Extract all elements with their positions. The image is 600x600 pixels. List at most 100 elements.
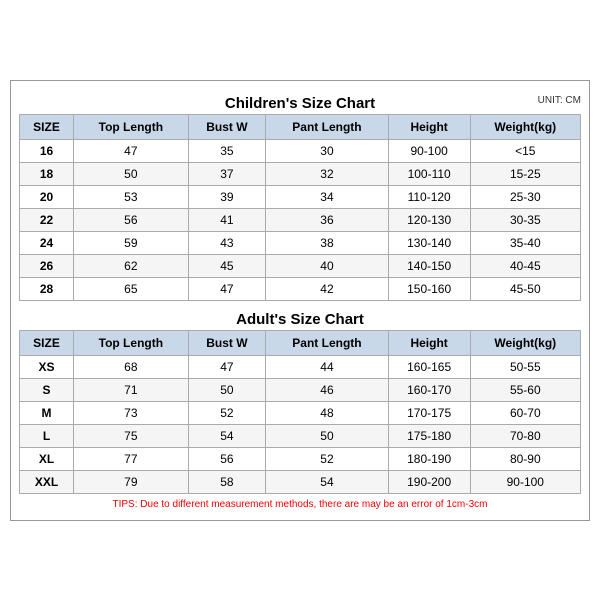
col-top-length-a: Top Length	[74, 330, 189, 355]
data-cell: 47	[74, 139, 189, 162]
data-cell: 90-100	[388, 139, 470, 162]
data-cell: 65	[74, 277, 189, 300]
table-row: L755450175-18070-80	[20, 424, 581, 447]
data-cell: 140-150	[388, 254, 470, 277]
tips-text: TIPS: Due to different measurement metho…	[19, 494, 581, 512]
data-cell: 71	[74, 378, 189, 401]
children-title-text: Children's Size Chart	[225, 95, 375, 112]
data-cell: 15-25	[470, 162, 580, 185]
data-cell: 58	[188, 470, 266, 493]
table-row: 20533934110-12025-30	[20, 185, 581, 208]
data-cell: 35-40	[470, 231, 580, 254]
size-cell: 26	[20, 254, 74, 277]
adult-title-text: Adult's Size Chart	[236, 311, 364, 328]
data-cell: 55-60	[470, 378, 580, 401]
size-cell: XS	[20, 355, 74, 378]
data-cell: 50-55	[470, 355, 580, 378]
data-cell: 68	[74, 355, 189, 378]
data-cell: 59	[74, 231, 189, 254]
children-title: Children's Size Chart UNIT: CM	[19, 89, 581, 114]
col-height-a: Height	[388, 330, 470, 355]
size-cell: 28	[20, 277, 74, 300]
data-cell: 40-45	[470, 254, 580, 277]
data-cell: 45	[188, 254, 266, 277]
data-cell: 47	[188, 355, 266, 378]
data-cell: 32	[266, 162, 388, 185]
data-cell: 100-110	[388, 162, 470, 185]
data-cell: 180-190	[388, 447, 470, 470]
table-row: 22564136120-13030-35	[20, 208, 581, 231]
size-cell: S	[20, 378, 74, 401]
col-pant-length-a: Pant Length	[266, 330, 388, 355]
col-bust-w-a: Bust W	[188, 330, 266, 355]
size-cell: L	[20, 424, 74, 447]
data-cell: 60-70	[470, 401, 580, 424]
data-cell: 35	[188, 139, 266, 162]
data-cell: 53	[74, 185, 189, 208]
table-row: 26624540140-15040-45	[20, 254, 581, 277]
data-cell: 190-200	[388, 470, 470, 493]
size-cell: XL	[20, 447, 74, 470]
col-weight-a: Weight(kg)	[470, 330, 580, 355]
data-cell: 150-160	[388, 277, 470, 300]
data-cell: 45-50	[470, 277, 580, 300]
adult-title: Adult's Size Chart	[19, 305, 581, 330]
data-cell: 175-180	[388, 424, 470, 447]
data-cell: 30-35	[470, 208, 580, 231]
table-row: M735248170-17560-70	[20, 401, 581, 424]
data-cell: 70-80	[470, 424, 580, 447]
data-cell: 90-100	[470, 470, 580, 493]
size-cell: 18	[20, 162, 74, 185]
children-header-row: SIZE Top Length Bust W Pant Length Heigh…	[20, 114, 581, 139]
data-cell: 75	[74, 424, 189, 447]
data-cell: 160-170	[388, 378, 470, 401]
data-cell: 73	[74, 401, 189, 424]
col-height: Height	[388, 114, 470, 139]
size-cell: 16	[20, 139, 74, 162]
chart-wrapper: Children's Size Chart UNIT: CM SIZE Top …	[10, 80, 590, 521]
data-cell: 39	[188, 185, 266, 208]
data-cell: 50	[188, 378, 266, 401]
data-cell: 62	[74, 254, 189, 277]
table-row: S715046160-17055-60	[20, 378, 581, 401]
data-cell: 170-175	[388, 401, 470, 424]
table-row: 24594338130-14035-40	[20, 231, 581, 254]
table-row: XL775652180-19080-90	[20, 447, 581, 470]
data-cell: 46	[266, 378, 388, 401]
data-cell: 25-30	[470, 185, 580, 208]
data-cell: 30	[266, 139, 388, 162]
table-row: 1647353090-100<15	[20, 139, 581, 162]
data-cell: 43	[188, 231, 266, 254]
data-cell: 54	[188, 424, 266, 447]
data-cell: 54	[266, 470, 388, 493]
adult-section: Adult's Size Chart SIZE Top Length Bust …	[19, 305, 581, 494]
table-row: 18503732100-11015-25	[20, 162, 581, 185]
size-cell: 20	[20, 185, 74, 208]
data-cell: 56	[74, 208, 189, 231]
col-pant-length: Pant Length	[266, 114, 388, 139]
col-size: SIZE	[20, 114, 74, 139]
unit-label: UNIT: CM	[538, 95, 581, 106]
data-cell: 120-130	[388, 208, 470, 231]
data-cell: 34	[266, 185, 388, 208]
data-cell: 42	[266, 277, 388, 300]
col-top-length: Top Length	[74, 114, 189, 139]
data-cell: 52	[188, 401, 266, 424]
size-cell: XXL	[20, 470, 74, 493]
data-cell: 44	[266, 355, 388, 378]
data-cell: 130-140	[388, 231, 470, 254]
size-cell: M	[20, 401, 74, 424]
adult-size-table: SIZE Top Length Bust W Pant Length Heigh…	[19, 330, 581, 494]
data-cell: 37	[188, 162, 266, 185]
children-size-table: SIZE Top Length Bust W Pant Length Heigh…	[19, 114, 581, 301]
data-cell: 50	[266, 424, 388, 447]
data-cell: 48	[266, 401, 388, 424]
data-cell: 41	[188, 208, 266, 231]
data-cell: <15	[470, 139, 580, 162]
col-size-a: SIZE	[20, 330, 74, 355]
adult-header-row: SIZE Top Length Bust W Pant Length Heigh…	[20, 330, 581, 355]
data-cell: 79	[74, 470, 189, 493]
data-cell: 38	[266, 231, 388, 254]
col-bust-w: Bust W	[188, 114, 266, 139]
data-cell: 110-120	[388, 185, 470, 208]
